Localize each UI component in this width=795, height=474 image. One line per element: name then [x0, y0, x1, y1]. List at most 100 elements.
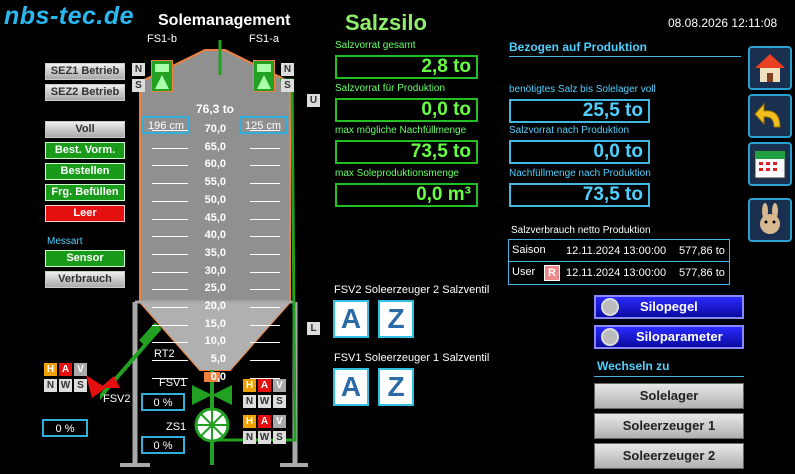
fs1a-n-button[interactable]: N: [281, 63, 294, 76]
scale-label: 25,0: [204, 282, 226, 295]
reset-button[interactable]: R: [544, 265, 560, 281]
scale-label: 0,0: [210, 370, 226, 383]
scale-tick: [250, 218, 280, 220]
scale-tick: [152, 147, 188, 149]
table-row: User R 12.11.2024 13:00:00 577,86 to: [512, 265, 725, 281]
scale-tick: [152, 289, 188, 291]
zs1-n-button[interactable]: N: [243, 431, 256, 444]
scale-label: 70,0: [204, 123, 226, 135]
fsv1-h-button[interactable]: H: [243, 379, 256, 392]
rt2-label: RT2: [154, 348, 175, 360]
solelager-button[interactable]: Solelager: [594, 383, 744, 409]
scale-tick: [152, 165, 188, 167]
fsv1-s-button[interactable]: S: [273, 395, 286, 408]
calendar-icon: [754, 150, 786, 179]
fsv1-w-button[interactable]: W: [258, 395, 271, 408]
scale-tick: [250, 271, 280, 273]
scale-tick: [250, 289, 280, 291]
fsv2-a-button[interactable]: A: [59, 363, 72, 376]
fsv1-zu-button[interactable]: Z: [378, 368, 414, 406]
rabbit-button[interactable]: [748, 198, 792, 242]
fsv1-salzventil-label: FSV1 Soleerzeuger 1 Salzventil: [334, 352, 490, 364]
salzvorrat-prod-value: 0,0 to: [335, 98, 478, 122]
back-button[interactable]: [748, 94, 792, 138]
verbrauch-table: Saison 12.11.2024 13:00:00 577,86 to Use…: [508, 239, 730, 285]
gear-icon: [601, 328, 619, 346]
scale-tick: [152, 253, 188, 255]
fs1b-n-button[interactable]: N: [132, 63, 145, 76]
soleerzeuger2-button[interactable]: Soleerzeuger 2: [594, 443, 744, 469]
fsv2-value: 0 %: [42, 419, 88, 437]
fsv2-s-button[interactable]: S: [74, 379, 87, 392]
silopegel-button[interactable]: Silopegel: [594, 295, 744, 319]
scale-label: 35,0: [204, 246, 226, 259]
fsv2-w-button[interactable]: W: [59, 379, 72, 392]
zs1-h-button[interactable]: H: [243, 415, 256, 428]
fsv2-salzventil-label: FSV2 Soleerzeuger 2 Salzventil: [334, 284, 490, 296]
section-title: Salzsilo: [345, 10, 427, 35]
fsv2-h-button[interactable]: H: [44, 363, 57, 376]
scale-tick: [250, 130, 280, 131]
fs1b-label: FS1-b: [147, 33, 177, 45]
production-heading: Bezogen auf Produktion: [509, 40, 647, 54]
max-nachfuell-value: 73,5 to: [335, 140, 478, 164]
verbrauch-label: Salzverbrauch netto Produktion: [511, 225, 651, 236]
fsv1-a-button[interactable]: A: [258, 379, 271, 392]
logo: nbs-tec.de: [4, 2, 135, 30]
scale-tick: [250, 236, 280, 238]
soleerzeuger1-button[interactable]: Soleerzeuger 1: [594, 413, 744, 439]
home-button[interactable]: [748, 46, 792, 90]
rabbit-icon: [760, 203, 780, 234]
scale-label: 50,0: [204, 193, 226, 206]
table-row: Saison 12.11.2024 13:00:00 577,86 to: [509, 240, 729, 262]
scale-label: 55,0: [204, 176, 226, 189]
undo-icon: [754, 102, 781, 128]
fsv2-v-button[interactable]: V: [74, 363, 87, 376]
zs1-label: ZS1: [166, 421, 187, 433]
scale-tick: [250, 183, 280, 185]
calendar-button[interactable]: [748, 142, 792, 186]
nachfuell-nach-label: Nachfüllmenge nach Produktion: [509, 168, 651, 179]
scale-tick: [152, 218, 188, 220]
scale-tick: [250, 253, 280, 255]
zs1-w-button[interactable]: W: [258, 431, 271, 444]
fsv1-value: 0 %: [141, 393, 185, 411]
fsv1-v-button[interactable]: V: [273, 379, 286, 392]
scale-tick: [152, 360, 188, 362]
fsv1-n-button[interactable]: N: [243, 395, 256, 408]
silo-total-value: 76,3 to: [196, 102, 235, 116]
fsv2-label: FSV2: [103, 393, 131, 405]
scale-tick: [250, 307, 280, 308]
scale-label: 65,0: [204, 140, 226, 153]
salzvorrat-prod-label: Salzvorrat für Produktion: [335, 83, 446, 94]
scale-label: 40,0: [204, 229, 226, 242]
fs1b-s-button[interactable]: S: [132, 79, 145, 92]
fs1a-s-button[interactable]: S: [281, 79, 294, 92]
u-level-button[interactable]: U: [307, 94, 320, 107]
page-title: Solemanagement: [158, 12, 291, 29]
siloparameter-button[interactable]: Siloparameter: [594, 325, 744, 349]
scale-label: 15,0: [204, 317, 226, 330]
scale-label: 10,0: [204, 335, 226, 348]
zs1-a-button[interactable]: A: [258, 415, 271, 428]
fs1a-sensor[interactable]: [253, 60, 275, 92]
max-sole-label: max Soleproduktionsmenge: [335, 168, 459, 179]
nachfuell-nach-value: 73,5 to: [509, 183, 650, 207]
wechseln-label: Wechseln zu: [597, 359, 670, 373]
zs1-value: 0 %: [141, 436, 185, 454]
scale-tick: [152, 200, 188, 202]
fsv2-zu-button[interactable]: Z: [378, 300, 414, 338]
scale-tick: [152, 271, 188, 273]
l-level-button[interactable]: L: [307, 322, 320, 335]
vorrat-nach-value: 0,0 to: [509, 140, 650, 164]
fsv2-n-button[interactable]: N: [44, 379, 57, 392]
scale-label: 30,0: [204, 264, 226, 277]
fsv2-auto-button[interactable]: A: [333, 300, 369, 338]
zs1-s-button[interactable]: S: [273, 431, 286, 444]
scale-tick: [152, 183, 188, 185]
zs1-v-button[interactable]: V: [273, 415, 286, 428]
max-nachfuell-label: max mögliche Nachfüllmenge: [335, 125, 467, 136]
fsv1-auto-button[interactable]: A: [333, 368, 369, 406]
scale-tick: [152, 307, 188, 308]
fs1b-sensor[interactable]: [151, 60, 173, 92]
